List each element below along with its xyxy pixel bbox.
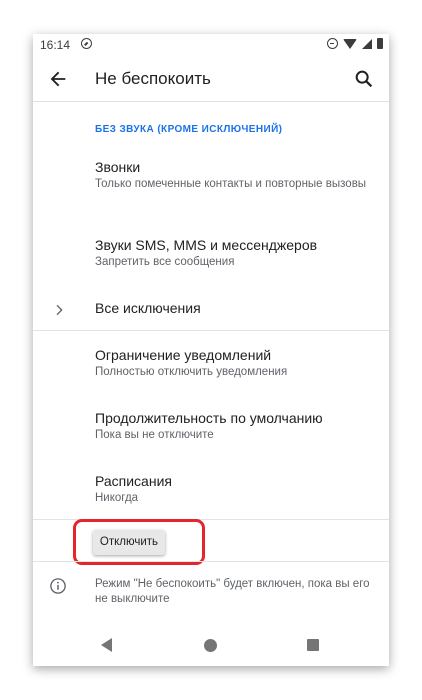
battery-icon	[377, 38, 383, 49]
status-time: 16:14	[40, 38, 71, 52]
nav-home-icon[interactable]	[204, 639, 217, 652]
turn-off-button[interactable]: Отключить	[93, 530, 165, 555]
phone-screen: 16:14 Не беспокоить БЕЗ ЗВУКА (КРОМЕ ИСК…	[33, 34, 389, 666]
divider	[33, 561, 389, 562]
app-bar: Не беспокоить	[33, 56, 389, 102]
item-subtitle: Только помеченные контакты и повторные в…	[95, 178, 367, 190]
item-title: Расписания	[95, 473, 172, 489]
section-header: БЕЗ ЗВУКА (КРОМЕ ИСКЛЮЧЕНИЙ)	[95, 124, 283, 135]
status-icons	[327, 38, 383, 49]
item-subtitle: Пока вы не отключите	[95, 429, 214, 441]
item-subtitle: Никогда	[95, 492, 139, 504]
page-title: Не беспокоить	[95, 69, 211, 88]
item-title: Звонки	[95, 159, 141, 175]
info-text: Режим "Не беспокоить" будет включен, пок…	[95, 578, 370, 605]
item-title: Все исключения	[95, 300, 201, 316]
dnd-icon	[327, 38, 338, 49]
divider	[33, 330, 389, 331]
nav-recents-icon[interactable]	[307, 639, 319, 651]
status-bar: 16:14	[33, 34, 389, 56]
wifi-icon	[343, 38, 357, 49]
setting-schedules[interactable]: Расписания Никогда	[95, 472, 375, 506]
item-subtitle: Полностью отключить уведомления	[95, 366, 288, 378]
search-icon[interactable]	[353, 68, 375, 90]
item-title: Звуки SMS, MMS и мессенджеров	[95, 237, 318, 253]
setting-messages[interactable]: Звуки SMS, MMS и мессенджеров Запретить …	[95, 236, 375, 270]
arrow-back-icon[interactable]	[47, 68, 69, 90]
info-icon	[50, 578, 66, 594]
setting-notification-limits[interactable]: Ограничение уведомлений Полностью отключ…	[95, 346, 375, 380]
divider	[33, 519, 389, 520]
item-title: Ограничение уведомлений	[95, 347, 272, 363]
setting-default-duration[interactable]: Продолжительность по умолчанию Пока вы н…	[95, 409, 375, 443]
item-title: Продолжительность по умолчанию	[95, 410, 323, 426]
chevron-right-icon	[56, 304, 63, 316]
nav-back-icon[interactable]	[101, 638, 112, 652]
setting-all-exceptions[interactable]: Все исключения	[95, 299, 375, 317]
item-subtitle: Запретить все сообщения	[95, 256, 235, 268]
setting-calls[interactable]: Звонки Только помеченные контакты и повт…	[95, 158, 375, 192]
data-saver-icon	[81, 38, 92, 49]
signal-icon	[362, 38, 372, 49]
navigation-bar	[33, 626, 389, 666]
